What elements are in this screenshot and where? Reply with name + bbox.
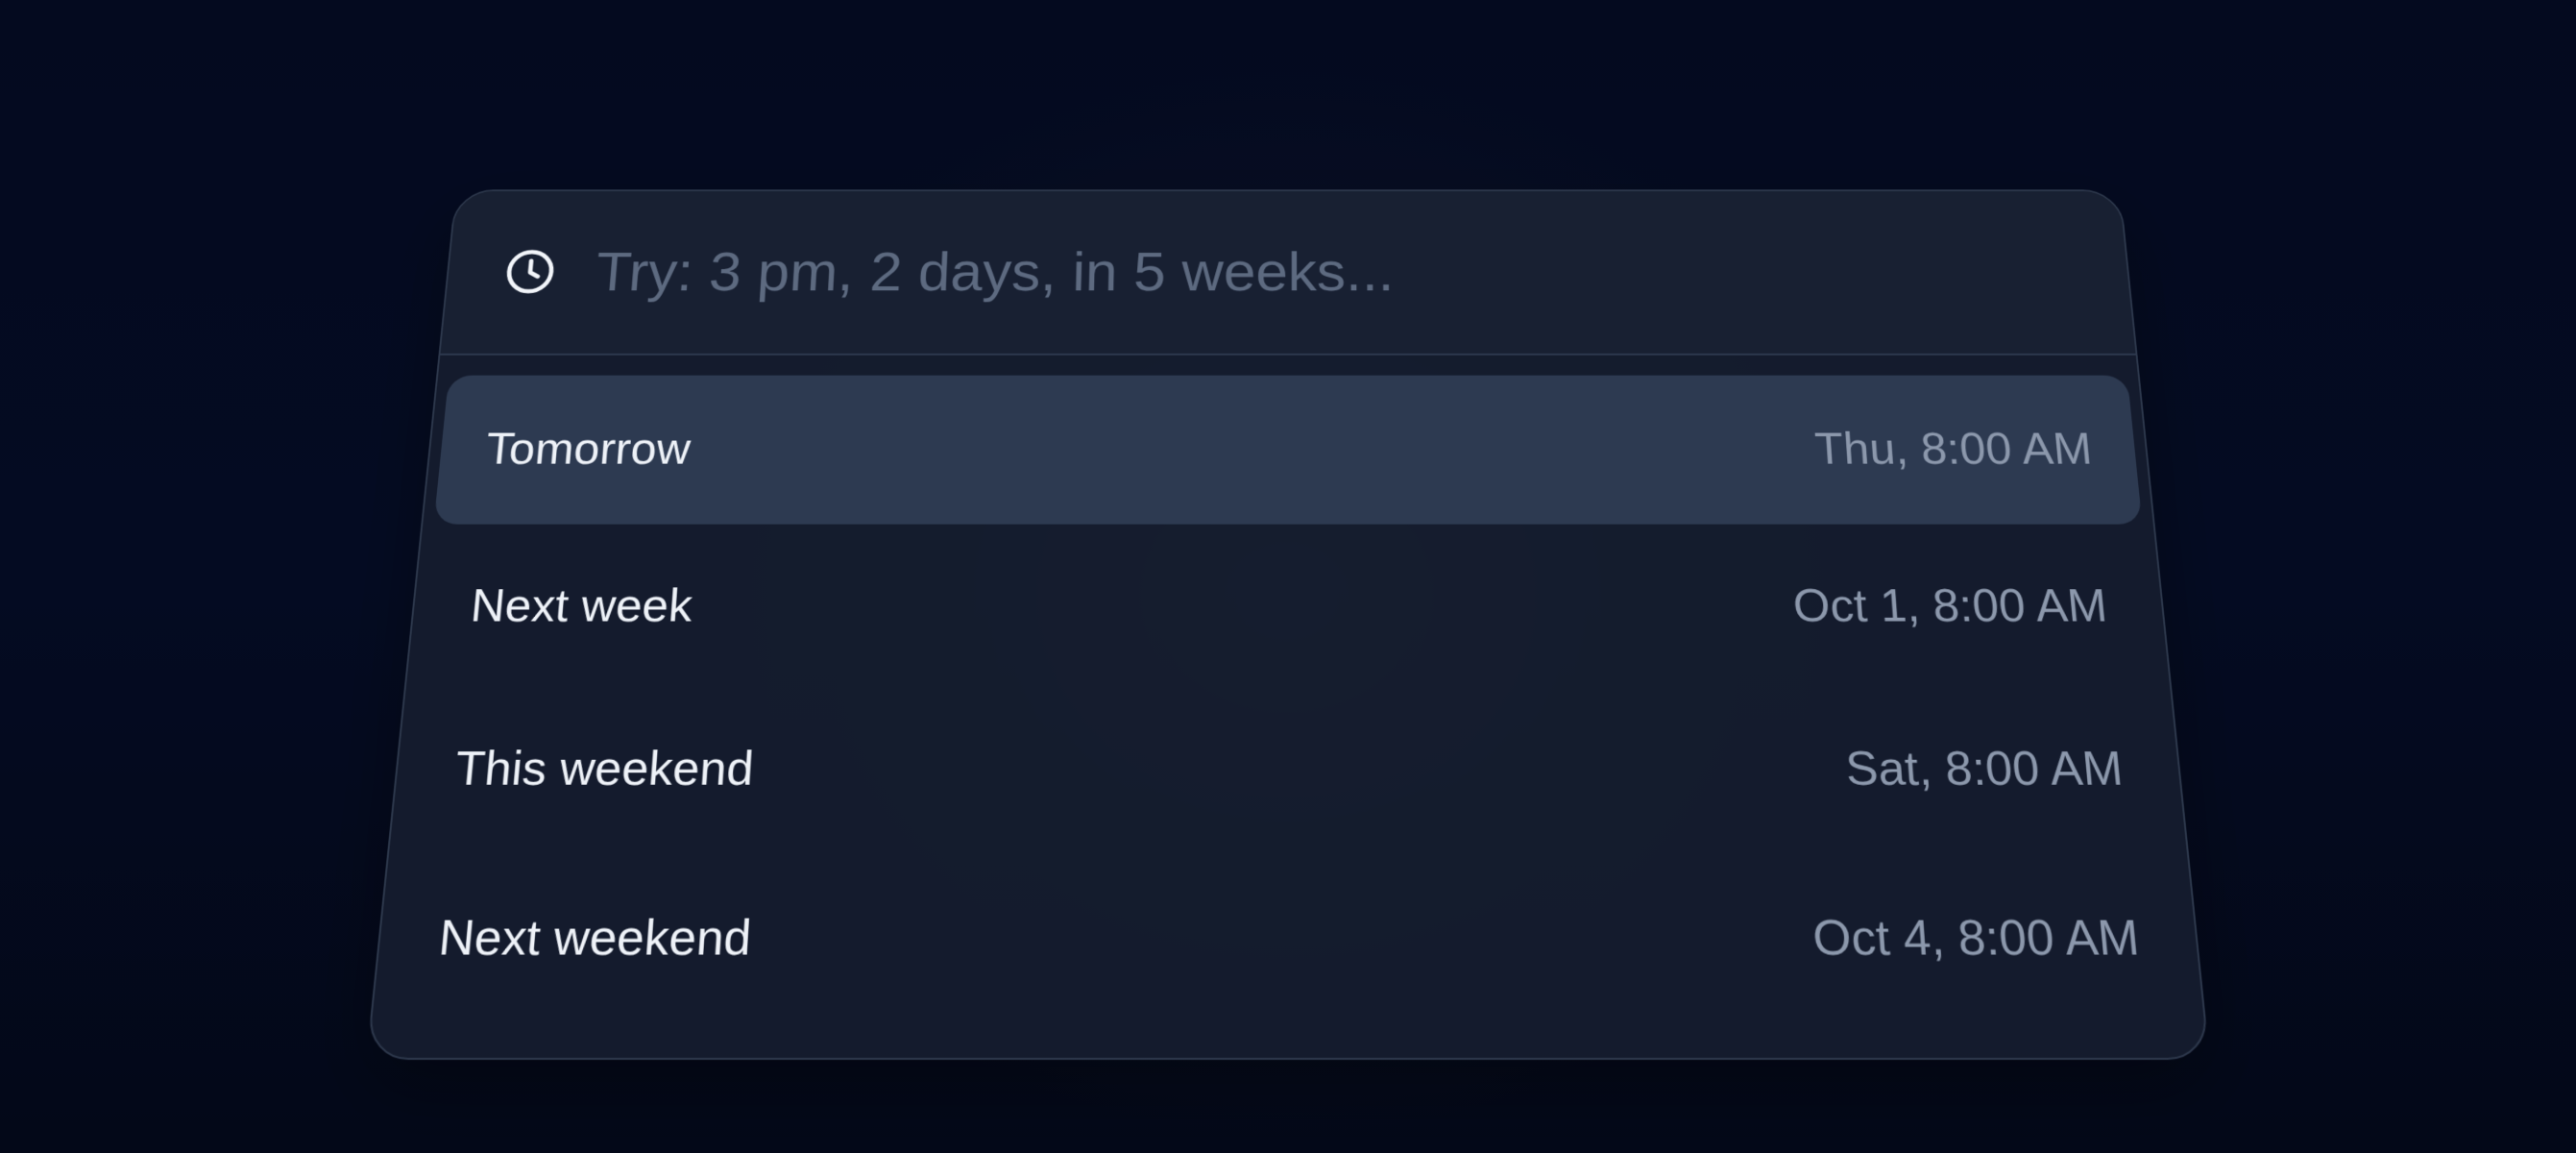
search-row [440, 191, 2136, 356]
clock-icon [500, 246, 559, 297]
search-input[interactable] [592, 231, 2132, 313]
snooze-picker-panel: Tomorrow Thu, 8:00 AM Next week Oct 1, 8… [366, 189, 2210, 1060]
option-time: Sat, 8:00 AM [1844, 742, 2126, 797]
option-time: Thu, 8:00 AM [1812, 424, 2095, 475]
option-next-week[interactable]: Next week Oct 1, 8:00 AM [418, 529, 2159, 684]
option-time: Oct 1, 8:00 AM [1791, 580, 2110, 632]
option-label: This weekend [452, 742, 756, 797]
option-next-weekend[interactable]: Next weekend Oct 4, 8:00 AM [383, 856, 2193, 1023]
option-this-weekend[interactable]: This weekend Sat, 8:00 AM [401, 690, 2175, 850]
stage: Tomorrow Thu, 8:00 AM Next week Oct 1, 8… [0, 0, 2576, 1153]
option-label: Tomorrow [483, 424, 693, 475]
option-tomorrow[interactable]: Tomorrow Thu, 8:00 AM [433, 375, 2143, 525]
option-time: Oct 4, 8:00 AM [1810, 910, 2142, 967]
option-label: Next week [468, 580, 694, 632]
options-list: Tomorrow Thu, 8:00 AM Next week Oct 1, 8… [372, 356, 2204, 1022]
option-label: Next weekend [436, 910, 753, 967]
